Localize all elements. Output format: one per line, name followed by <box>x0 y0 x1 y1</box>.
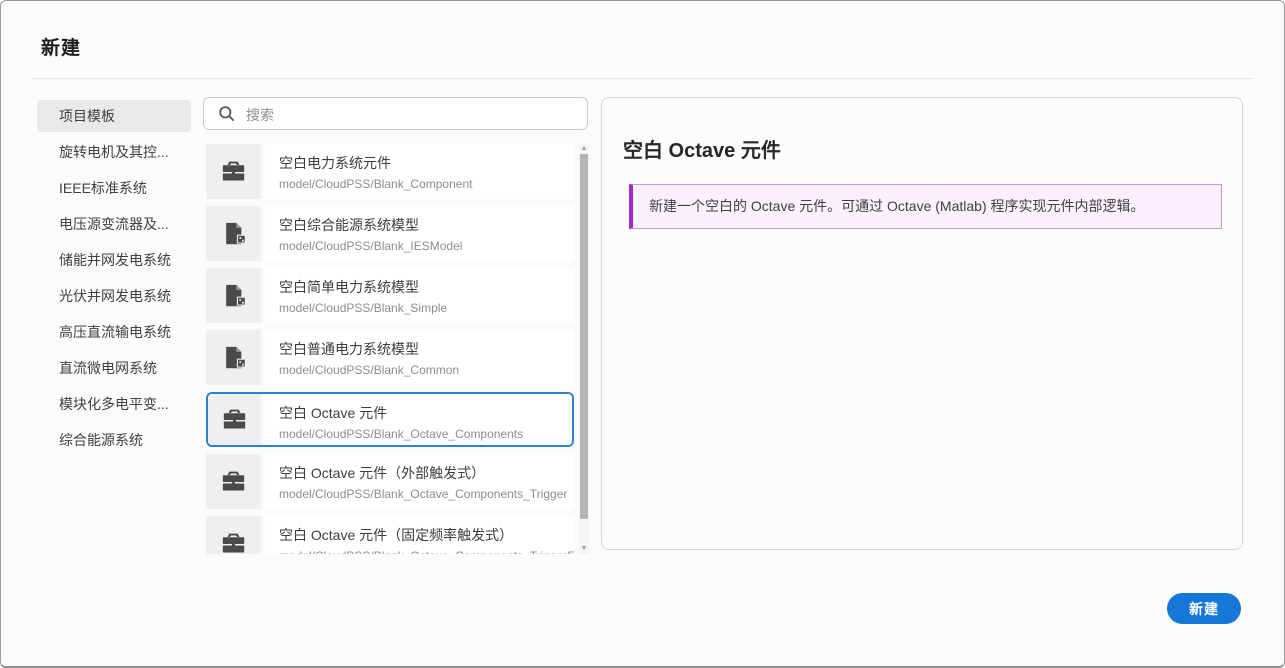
template-path: model/CloudPSS/Blank_Component <box>279 177 574 191</box>
model-file-icon <box>206 206 261 261</box>
template-title: 空白 Octave 元件 <box>279 403 572 423</box>
template-item-blank-iesmodel[interactable]: 空白综合能源系统模型 model/CloudPSS/Blank_IESModel <box>206 206 574 261</box>
sidebar-item-rotating-machines[interactable]: 旋转电机及其控... <box>37 136 191 168</box>
template-item-blank-component[interactable]: 空白电力系统元件 model/CloudPSS/Blank_Component <box>206 144 574 199</box>
template-item-blank-octave-trigger[interactable]: 空白 Octave 元件（外部触发式） model/CloudPSS/Blank… <box>206 454 574 509</box>
model-file-icon <box>206 330 261 385</box>
detail-title: 空白 Octave 元件 <box>623 134 781 163</box>
sidebar-item-vsc[interactable]: 电压源变流器及... <box>37 208 191 240</box>
list-scrollbar[interactable]: ▲ ▼ <box>579 144 589 554</box>
template-detail-panel: 空白 Octave 元件 新建一个空白的 Octave 元件。可通过 Octav… <box>601 97 1243 550</box>
toolbox-icon <box>206 454 261 509</box>
new-project-dialog: 新建 项目模板 旋转电机及其控... IEEE标准系统 电压源变流器及... 储… <box>0 0 1285 668</box>
template-title: 空白普通电力系统模型 <box>279 339 574 359</box>
sidebar-item-storage-grid[interactable]: 储能并网发电系统 <box>37 244 191 276</box>
sidebar-item-project-templates[interactable]: 项目模板 <box>37 100 191 132</box>
template-path: model/CloudPSS/Blank_Octave_Components_T… <box>279 487 574 501</box>
template-path: model/CloudPSS/Blank_Octave_Components <box>279 427 572 441</box>
toolbox-icon <box>208 394 261 445</box>
template-list: 空白电力系统元件 model/CloudPSS/Blank_Component … <box>206 144 574 554</box>
scroll-up-icon[interactable]: ▲ <box>579 144 589 154</box>
sidebar-item-hvdc[interactable]: 高压直流输电系统 <box>37 316 191 348</box>
scrollbar-thumb[interactable] <box>580 154 588 519</box>
dialog-title: 新建 <box>41 33 81 60</box>
template-item-blank-octave-triggerf[interactable]: 空白 Octave 元件（固定频率触发式） model/CloudPSS/Bla… <box>206 516 574 554</box>
template-item-blank-common[interactable]: 空白普通电力系统模型 model/CloudPSS/Blank_Common <box>206 330 574 385</box>
sidebar-item-ies[interactable]: 综合能源系统 <box>37 424 191 456</box>
toolbox-icon <box>206 516 261 554</box>
template-item-blank-simple[interactable]: 空白简单电力系统模型 model/CloudPSS/Blank_Simple <box>206 268 574 323</box>
model-file-icon <box>206 268 261 323</box>
template-title: 空白 Octave 元件（固定频率触发式） <box>279 525 574 545</box>
sidebar-item-pv-grid[interactable]: 光伏并网发电系统 <box>37 280 191 312</box>
template-title: 空白电力系统元件 <box>279 153 574 173</box>
toolbox-icon <box>206 144 261 199</box>
template-item-blank-octave[interactable]: 空白 Octave 元件 model/CloudPSS/Blank_Octave… <box>206 392 574 447</box>
template-title: 空白简单电力系统模型 <box>279 277 574 297</box>
template-path: model/CloudPSS/Blank_Common <box>279 363 574 377</box>
template-title: 空白 Octave 元件（外部触发式） <box>279 463 574 483</box>
create-button[interactable]: 新建 <box>1167 593 1241 624</box>
sidebar-item-ieee-systems[interactable]: IEEE标准系统 <box>37 172 191 204</box>
template-title: 空白综合能源系统模型 <box>279 215 574 235</box>
sidebar-item-dc-microgrid[interactable]: 直流微电网系统 <box>37 352 191 384</box>
template-path: model/CloudPSS/Blank_IESModel <box>279 239 574 253</box>
template-path: model/CloudPSS/Blank_Octave_Components_T… <box>279 549 574 554</box>
search-box <box>203 97 588 130</box>
template-path: model/CloudPSS/Blank_Simple <box>279 301 574 315</box>
search-input[interactable] <box>244 98 579 131</box>
search-icon <box>217 104 236 123</box>
category-sidebar: 项目模板 旋转电机及其控... IEEE标准系统 电压源变流器及... 储能并网… <box>37 100 191 460</box>
detail-description: 新建一个空白的 Octave 元件。可通过 Octave (Matlab) 程序… <box>629 184 1222 229</box>
scroll-down-icon[interactable]: ▼ <box>579 544 589 554</box>
title-divider <box>31 78 1254 79</box>
sidebar-item-mmc[interactable]: 模块化多电平变... <box>37 388 191 420</box>
